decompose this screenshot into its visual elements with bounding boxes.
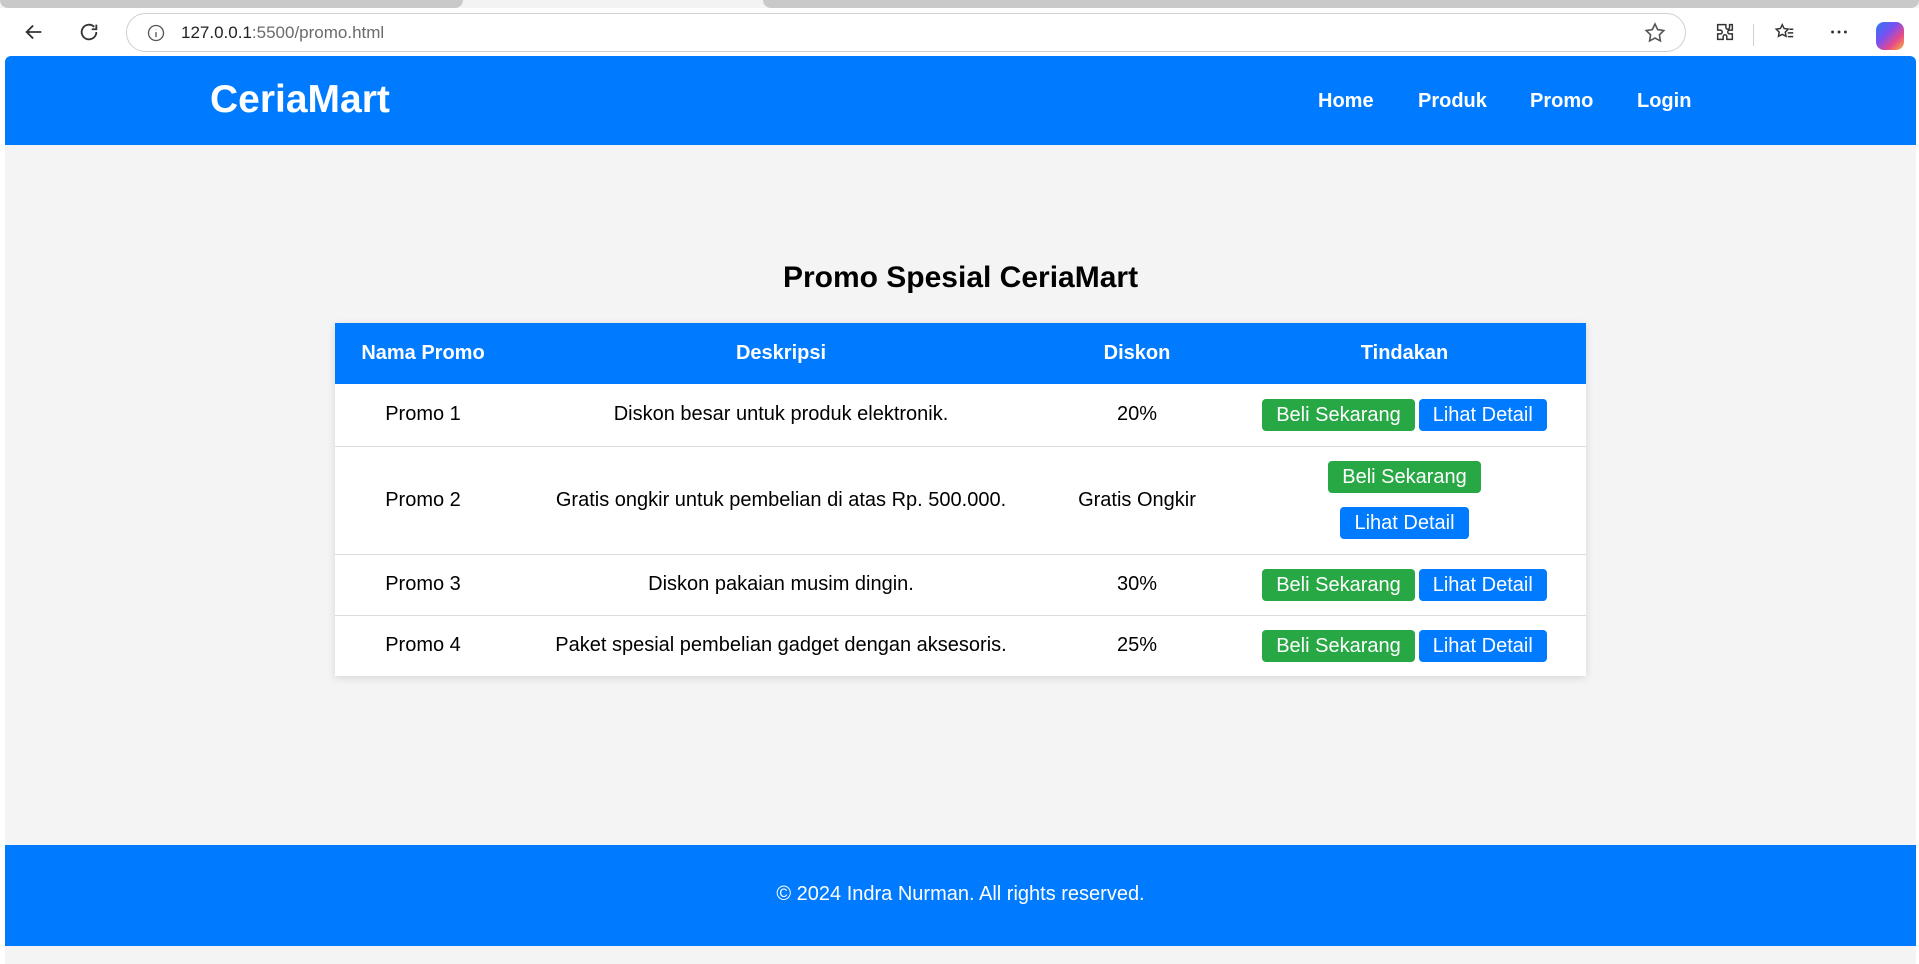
main-nav: Home Produk Promo Login	[5, 90, 1916, 116]
promo-actions: Beli Sekarang Lihat Detail	[1223, 445, 1586, 554]
table-header-row: Nama Promo Deskripsi Diskon Tindakan	[335, 323, 1586, 384]
url-path: :5500/promo.html	[251, 22, 385, 42]
page-title: Promo Spesial CeriaMart	[782, 261, 1139, 294]
tab-strip	[0, 0, 1919, 8]
promo-name: Promo 3	[335, 553, 511, 615]
reload-icon[interactable]	[71, 14, 107, 50]
promo-name: Promo 4	[335, 614, 511, 676]
copilot-icon[interactable]	[1876, 22, 1904, 50]
back-icon[interactable]	[16, 14, 52, 50]
promo-actions: Beli Sekarang Lihat Detail	[1223, 553, 1586, 615]
buy-now-button[interactable]: Beli Sekarang	[1262, 398, 1415, 431]
page-viewport: CeriaMart Home Produk Promo Login Promo …	[5, 56, 1916, 964]
tab-inactive[interactable]	[763, 0, 1919, 8]
table-row: Promo 1 Diskon besar untuk produk elektr…	[335, 384, 1586, 446]
promo-name: Promo 1	[385, 403, 461, 426]
promo-description: Diskon pakaian musim dingin.	[511, 553, 1051, 615]
address-bar[interactable]: 127.0.0.1:5500/promo.html	[126, 13, 1686, 52]
promo-table: Nama Promo Deskripsi Diskon Tindakan Pro…	[335, 323, 1586, 676]
promo-actions: Beli Sekarang Lihat Detail	[1223, 614, 1586, 676]
view-detail-button[interactable]: Lihat Detail	[1418, 568, 1547, 601]
table-row: Promo 3 Diskon pakaian musim dingin. 30%…	[335, 553, 1586, 615]
promo-discount: 30%	[1051, 553, 1223, 615]
column-header: Deskripsi	[735, 342, 827, 364]
nav-promo[interactable]: Promo	[1530, 90, 1593, 113]
view-detail-button[interactable]: Lihat Detail	[1418, 398, 1547, 431]
table-row: Promo 4 Paket spesial pembelian gadget d…	[335, 614, 1586, 676]
column-header: Tindakan	[1360, 342, 1449, 364]
buy-now-button[interactable]: Beli Sekarang	[1262, 568, 1415, 601]
promo-table-container: Nama Promo Deskripsi Diskon Tindakan Pro…	[335, 323, 1586, 676]
promo-name: Promo 2	[335, 445, 511, 554]
toolbar-separator	[1753, 24, 1754, 46]
promo-discount: 25%	[1051, 614, 1223, 676]
favorite-star-icon[interactable]	[1643, 21, 1667, 45]
footer-copyright: © 2024 Indra Nurman. All rights reserved…	[776, 883, 1145, 905]
tab-inactive[interactable]	[0, 0, 463, 8]
column-header: Diskon	[1103, 342, 1171, 364]
promo-actions: Beli Sekarang Lihat Detail	[1223, 384, 1586, 446]
nav-login[interactable]: Login	[1637, 90, 1691, 113]
url-text[interactable]: 127.0.0.1:5500/promo.html	[181, 23, 384, 43]
promo-description: Diskon besar untuk produk elektronik.	[613, 403, 949, 426]
view-detail-button[interactable]: Lihat Detail	[1418, 629, 1547, 662]
site-header: CeriaMart Home Produk Promo Login	[5, 56, 1916, 145]
buy-now-button[interactable]: Beli Sekarang	[1328, 461, 1481, 493]
url-host: 127.0.0.1	[181, 22, 252, 42]
promo-description: Paket spesial pembelian gadget dengan ak…	[511, 614, 1051, 676]
column-header: Nama Promo	[361, 342, 485, 364]
browser-toolbar: 127.0.0.1:5500/promo.html	[0, 8, 1919, 56]
more-menu-icon[interactable]	[1821, 14, 1857, 50]
site-footer: © 2024 Indra Nurman. All rights reserved…	[5, 845, 1916, 946]
promo-description: Gratis ongkir untuk pembelian di atas Rp…	[511, 445, 1051, 554]
promo-discount: 20%	[1116, 403, 1158, 426]
view-detail-button[interactable]: Lihat Detail	[1340, 507, 1469, 539]
extensions-icon[interactable]	[1707, 14, 1743, 50]
favorites-icon[interactable]	[1767, 14, 1803, 50]
promo-discount: Gratis Ongkir	[1051, 445, 1223, 554]
site-info-icon[interactable]	[145, 22, 167, 44]
table-row: Promo 2 Gratis ongkir untuk pembelian di…	[335, 445, 1586, 554]
buy-now-button[interactable]: Beli Sekarang	[1262, 629, 1415, 662]
nav-produk[interactable]: Produk	[1418, 90, 1487, 113]
nav-home[interactable]: Home	[1318, 90, 1374, 113]
